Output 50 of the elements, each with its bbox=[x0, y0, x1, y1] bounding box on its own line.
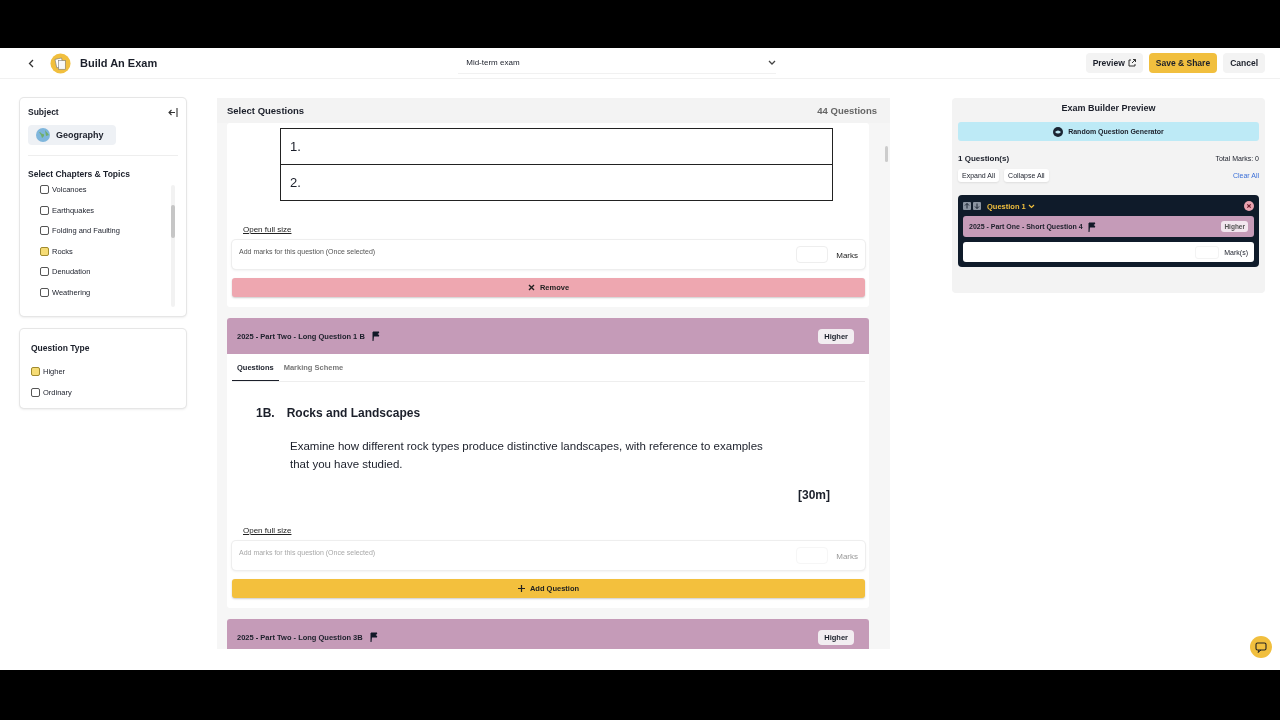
question-count: 1 Question(s) bbox=[958, 154, 1010, 163]
question-text: Examine how different rock types produce distinctive landscapes, with reference to examples that you have studied. bbox=[290, 439, 764, 472]
flag-icon bbox=[1087, 221, 1096, 232]
section-title: Select Chapters & Topics bbox=[28, 169, 131, 179]
chevron-down-icon bbox=[768, 59, 777, 66]
question-heading: Rocks and Landscapes bbox=[286, 406, 421, 420]
panel-title: Select Questions bbox=[227, 105, 305, 116]
checkbox[interactable] bbox=[40, 226, 49, 235]
subject-chip[interactable]: Geography bbox=[28, 125, 116, 145]
logo-icon bbox=[50, 52, 71, 74]
eye-icon bbox=[1053, 126, 1064, 137]
collapse-icon[interactable] bbox=[168, 107, 178, 117]
panel-title: Exam Builder Preview bbox=[1060, 102, 1157, 115]
arrow-up-icon[interactable] bbox=[963, 202, 971, 210]
checkbox[interactable] bbox=[40, 185, 49, 194]
preview-button[interactable]: Preview bbox=[1085, 53, 1143, 73]
plus-icon bbox=[517, 585, 525, 592]
back-icon[interactable] bbox=[28, 58, 34, 68]
question-count: 44 Questions bbox=[817, 105, 877, 116]
checkbox[interactable] bbox=[31, 367, 40, 376]
checkbox[interactable] bbox=[31, 388, 40, 397]
checkbox[interactable] bbox=[40, 246, 49, 256]
cancel-button[interactable]: Cancel bbox=[1223, 53, 1265, 73]
external-link-icon bbox=[1127, 59, 1136, 67]
chevron-down-icon[interactable] bbox=[1027, 203, 1035, 209]
marks-label: Marks bbox=[836, 251, 858, 260]
section-title: Subject bbox=[28, 107, 59, 117]
open-full-size-link[interactable]: Open full size bbox=[243, 225, 292, 234]
question-number: 1B. bbox=[256, 406, 275, 420]
answer-row-text: 1. bbox=[289, 138, 302, 156]
open-full-size-link[interactable]: Open full size bbox=[243, 526, 292, 535]
section-title: Question Type bbox=[31, 343, 91, 353]
flag-icon bbox=[369, 632, 378, 642]
checkbox[interactable] bbox=[40, 205, 49, 215]
answer-row: 2. bbox=[281, 164, 832, 200]
scrollbar[interactable] bbox=[171, 185, 175, 307]
page-title: Build An Exam bbox=[80, 57, 158, 69]
marks-value: [30m] bbox=[798, 488, 830, 502]
exam-name-dropdown[interactable]: Mid-term exam bbox=[458, 52, 777, 74]
close-icon[interactable] bbox=[1244, 201, 1254, 211]
checkbox[interactable] bbox=[40, 287, 49, 297]
save-button[interactable]: Save & Share bbox=[1148, 53, 1218, 73]
marks-label: Marks bbox=[836, 552, 858, 561]
arrow-down-icon[interactable] bbox=[973, 202, 981, 210]
flag-icon bbox=[371, 331, 380, 341]
globe-icon bbox=[36, 128, 50, 142]
scrollbar[interactable] bbox=[885, 146, 888, 162]
chat-icon[interactable] bbox=[1250, 636, 1272, 658]
close-icon bbox=[527, 284, 535, 291]
checkbox[interactable] bbox=[40, 267, 49, 276]
